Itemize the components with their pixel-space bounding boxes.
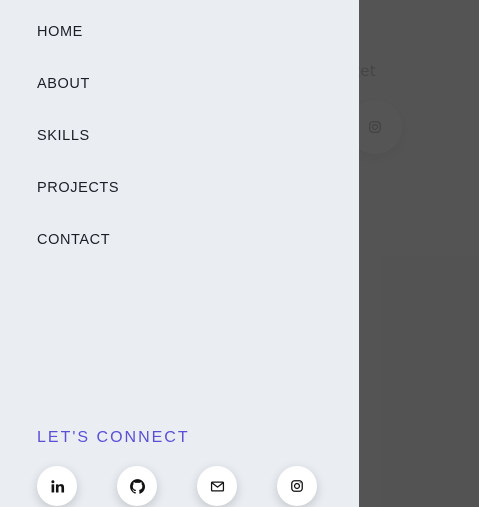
github-icon (129, 478, 146, 495)
connect-heading: LET'S CONNECT (37, 429, 190, 446)
nav-item-home[interactable]: HOME (37, 24, 119, 76)
nav-item-projects[interactable]: PROJECTS (37, 180, 119, 232)
linkedin-button[interactable] (37, 466, 77, 506)
mail-icon (210, 479, 225, 494)
social-links (37, 466, 317, 506)
nav-menu: HOME ABOUT SKILLS PROJECTS CONTACT (37, 24, 119, 284)
nav-item-skills[interactable]: SKILLS (37, 128, 119, 180)
github-button[interactable] (117, 466, 157, 506)
instagram-icon (290, 479, 304, 493)
mobile-nav-drawer: HOME ABOUT SKILLS PROJECTS CONTACT LET'S… (0, 0, 359, 507)
nav-item-contact[interactable]: CONTACT (37, 232, 119, 284)
viewport: er consectet HOME ABOUT SKILLS PROJECTS … (0, 0, 479, 507)
email-button[interactable] (197, 466, 237, 506)
linkedin-icon (50, 479, 65, 494)
nav-item-about[interactable]: ABOUT (37, 76, 119, 128)
instagram-button[interactable] (277, 466, 317, 506)
